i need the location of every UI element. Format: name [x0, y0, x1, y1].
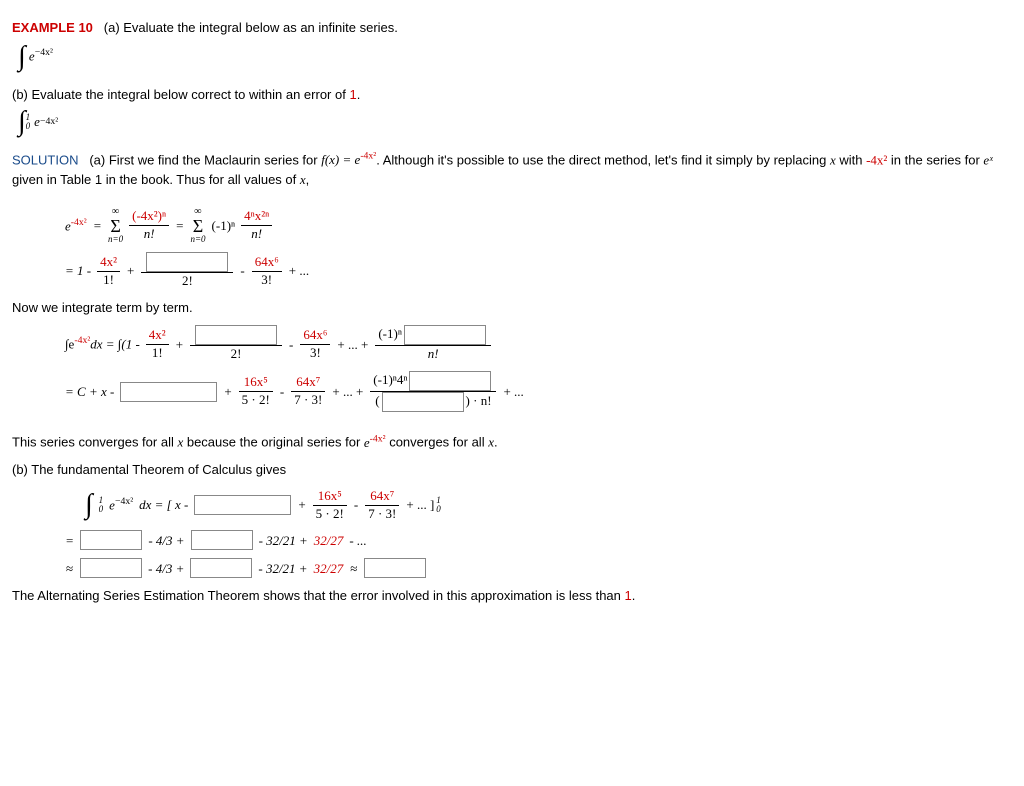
partb-row-3: ≈ - 4/3 + - 32/21 + 32/27 ≈ — [62, 558, 1012, 578]
blank-input[interactable] — [382, 392, 464, 412]
part-b-period: . — [357, 87, 361, 102]
integral-limits: 1 0 — [99, 496, 104, 514]
series-term-2: 4ⁿx²ⁿ n! — [241, 208, 272, 243]
partb-header: (b) The fundamental Theorem of Calculus … — [12, 460, 1012, 480]
term-2: 16x⁵ 5 · 2! — [313, 488, 347, 523]
blank-input[interactable] — [120, 382, 217, 402]
fx-expr: f(x) = e-4x² — [321, 152, 376, 167]
term-n: (-1)ⁿ4ⁿ () · n! — [370, 371, 496, 412]
integrate-label: Now we integrate term by term. — [12, 298, 1012, 318]
blank-input[interactable] — [404, 325, 486, 345]
blank-input[interactable] — [364, 558, 426, 578]
convergence-text: This series converges for all x because … — [12, 432, 1012, 452]
series-sigma-row: e-4x² = ∞ Σ n=0 (-4x²)ⁿ n! = ∞ Σ n=0 (-1… — [62, 207, 1012, 244]
integral-icon: ∫ — [18, 47, 26, 67]
blank-input[interactable] — [80, 530, 142, 550]
solution-text: SOLUTION (a) First we find the Maclaurin… — [12, 150, 1012, 189]
bracket-limits: 1 0 — [436, 496, 441, 514]
integral-icon: ∫ — [85, 495, 93, 515]
blank-input[interactable] — [190, 558, 252, 578]
int-lhs: ∫e-4x²dx = ∫(1 - — [65, 334, 140, 354]
sigma-icon: ∞ Σ n=0 — [190, 207, 205, 244]
integrate-row-2: = C + x - + 16x⁵ 5 · 2! - 64x⁷ 7 · 3! + … — [62, 371, 1012, 412]
integrate-row-1: ∫e-4x²dx = ∫(1 - 4x² 1! + 2! - 64x⁶ 3! +… — [62, 325, 1012, 363]
term-1: 4x² 1! — [146, 327, 169, 362]
term-1: 4x² 1! — [97, 254, 120, 289]
term-3: 64x⁷ 7 · 3! — [365, 488, 399, 523]
solution-label: SOLUTION — [12, 152, 78, 167]
integral-a: ∫ e−4x² — [18, 46, 1012, 67]
term-2: 16x⁵ 5 · 2! — [239, 374, 273, 409]
blank-input[interactable] — [195, 325, 277, 345]
footer-text: The Alternating Series Estimation Theore… — [12, 586, 1012, 606]
partb-row-1: ∫ 1 0 e−4x² dx = [ x - + 16x⁵ 5 · 2! - 6… — [82, 488, 1012, 523]
integral-a-exp: −4x² — [35, 47, 53, 58]
blank-input[interactable] — [194, 495, 291, 515]
blank-input[interactable] — [146, 252, 228, 272]
part-b-error: 1 — [349, 87, 356, 102]
blank-input[interactable] — [191, 530, 253, 550]
term-2-blank: 2! — [190, 325, 282, 363]
term-3: 64x⁶ 3! — [252, 254, 282, 289]
question-part-a: EXAMPLE 10 (a) Evaluate the integral bel… — [12, 18, 1012, 67]
series-lhs: e-4x² — [65, 216, 87, 236]
term-3: 64x⁷ 7 · 3! — [291, 374, 325, 409]
blank-input[interactable] — [409, 371, 491, 391]
partb-row-2: = - 4/3 + - 32/21 + 32/27 - ... — [62, 530, 1012, 550]
integral-b: ∫ 1 0 e−4x² — [18, 112, 1012, 132]
sigma-icon: ∞ Σ n=0 — [108, 207, 123, 244]
part-b-text: (b) Evaluate the integral below correct … — [12, 87, 349, 102]
integral-b-exp: −4x² — [40, 115, 58, 130]
solution-intro: SOLUTION (a) First we find the Maclaurin… — [12, 150, 1012, 189]
part-b-prompt: (b) Evaluate the integral below correct … — [12, 85, 1012, 105]
series-term-1: (-4x²)ⁿ n! — [129, 208, 169, 243]
series-expanded-row: = 1 - 4x² 1! + 2! - 64x⁶ 3! + ... — [62, 252, 1012, 290]
blank-input[interactable] — [80, 558, 142, 578]
integral-icon: ∫ — [18, 112, 26, 132]
term-3: 64x⁶ 3! — [300, 327, 330, 362]
term-2-blank: 2! — [141, 252, 233, 290]
term-n: (-1)ⁿ n! — [375, 325, 491, 363]
question-part-b: (b) Evaluate the integral below correct … — [12, 85, 1012, 132]
example-label: EXAMPLE 10 — [12, 20, 93, 35]
integral-limits: 1 0 — [26, 113, 31, 131]
part-a-prompt: (a) Evaluate the integral below as an in… — [104, 20, 398, 35]
example-line: EXAMPLE 10 (a) Evaluate the integral bel… — [12, 18, 1012, 38]
